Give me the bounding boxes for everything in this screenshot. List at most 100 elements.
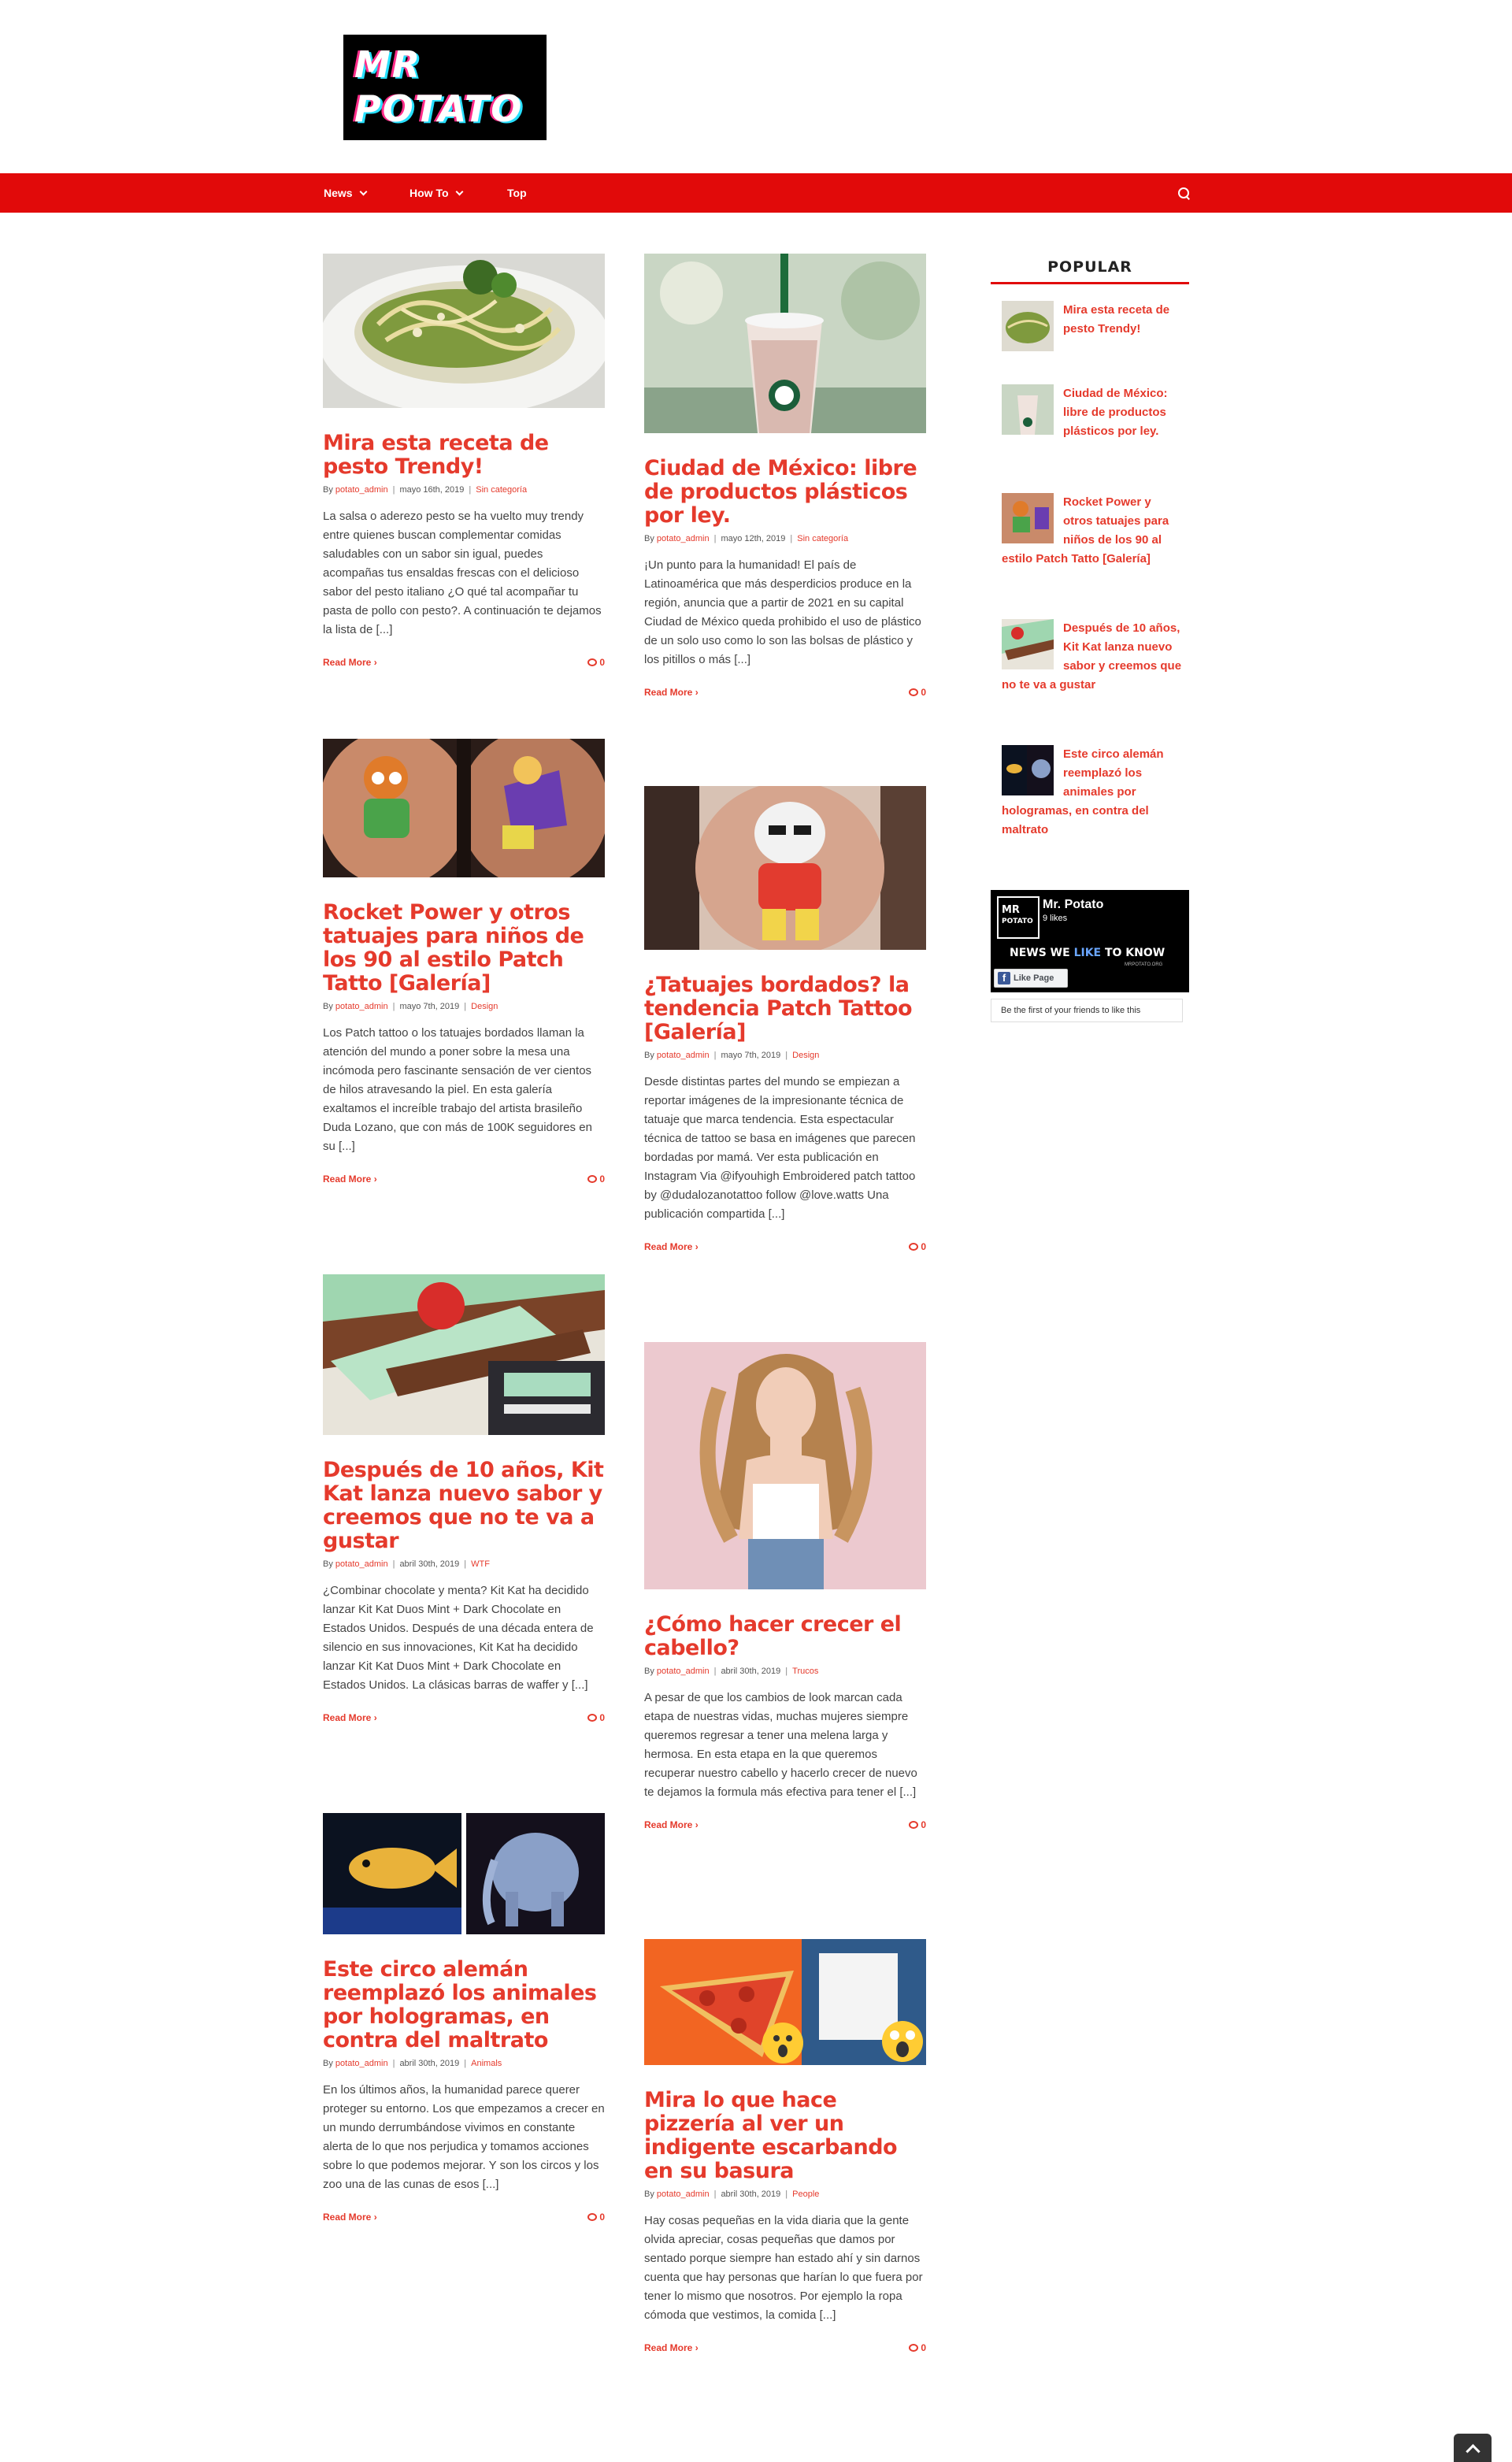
comments-link[interactable]: 0 (587, 1712, 605, 1723)
popular-thumb-cup (1002, 384, 1054, 435)
category-link[interactable]: Sin categoría (476, 485, 527, 495)
read-more-link[interactable]: Read More › (323, 1174, 377, 1185)
popular-item[interactable]: Rocket Power y otros tatuajes para niños… (1002, 493, 1183, 569)
post-card: Después de 10 años, Kit Kat lanza nuevo … (323, 1274, 605, 1726)
fb-logo-line-2: POTATO (1002, 918, 1033, 925)
post-image-rocket-power-tattoo[interactable] (323, 739, 605, 877)
author-prefix: By (644, 1667, 654, 1676)
popular-thumb-kit-kat (1002, 619, 1054, 669)
comments-link[interactable]: 0 (909, 2342, 926, 2353)
logo-line-1: MR (354, 43, 422, 86)
author-link[interactable]: potato_admin (335, 1002, 388, 1011)
post-title[interactable]: ¿Cómo hacer crecer el cabello? (644, 1613, 926, 1660)
nav-item-label: News (324, 187, 353, 199)
post-image-long-hair[interactable] (644, 1342, 926, 1589)
author-link[interactable]: potato_admin (335, 485, 388, 495)
category-link[interactable]: Design (471, 1002, 498, 1011)
post-image-pizzeria[interactable] (644, 1939, 926, 2065)
popular-item[interactable]: Después de 10 años, Kit Kat lanza nuevo … (1002, 619, 1183, 695)
category-link[interactable]: Sin categoría (797, 534, 848, 543)
post-meta: By potato_admin | mayo 12th, 2019 | Sin cate… (644, 534, 849, 543)
popular-item[interactable]: Mira esta receta de pesto Trendy! (1002, 301, 1183, 356)
facebook-cover-domain: MRPOTATO.ORG (1125, 962, 1163, 967)
read-more-label: Read More (644, 687, 693, 698)
slogan-part-2: LIKE (1073, 947, 1102, 959)
category-link[interactable]: Trucos (792, 1667, 818, 1676)
popular-item[interactable]: Este circo alemán reemplazó los animales… (1002, 745, 1183, 840)
post-card: Ciudad de México: libre de productos plá… (644, 254, 926, 701)
author-link[interactable]: potato_admin (657, 534, 710, 543)
post-title[interactable]: Rocket Power y otros tatuajes para niños… (323, 901, 605, 996)
read-more-label: Read More (323, 1174, 372, 1185)
read-more-label: Read More (323, 2212, 372, 2223)
popular-item-title: Mira esta receta de pesto Trendy! (1063, 303, 1170, 336)
comments-link[interactable]: 0 (909, 1241, 926, 1252)
nav-item-news[interactable]: News (324, 173, 368, 213)
chevron-down-icon (359, 187, 368, 196)
comment-icon (587, 2213, 598, 2221)
author-prefix: By (644, 534, 654, 543)
comments-link[interactable]: 0 (587, 1174, 605, 1185)
author-link[interactable]: potato_admin (657, 1051, 710, 1060)
read-more-link[interactable]: Read More › (644, 2342, 699, 2353)
read-more-link[interactable]: Read More › (644, 1241, 699, 1252)
post-date: mayo 12th, 2019 (721, 534, 786, 543)
post-title[interactable]: Después de 10 años, Kit Kat lanza nuevo … (323, 1459, 605, 1553)
nav-item-top[interactable]: Top (507, 173, 527, 213)
post-title[interactable]: Ciudad de México: libre de productos plá… (644, 457, 926, 528)
comments-link[interactable]: 0 (909, 687, 926, 698)
post-date: abril 30th, 2019 (721, 1667, 781, 1676)
comments-link[interactable]: 0 (909, 1819, 926, 1830)
post-card: ¿Tatuajes bordados? la tendencia Patch T… (644, 786, 926, 1255)
post-image-patch-tattoo[interactable] (644, 786, 926, 950)
category-link[interactable]: Animals (471, 2059, 502, 2068)
post-image-kit-kat[interactable] (323, 1274, 605, 1435)
comment-icon (909, 688, 919, 696)
popular-thumb-pesto (1002, 301, 1054, 351)
comments-link[interactable]: 0 (587, 2212, 605, 2223)
post-excerpt: Hay cosas pequeñas en la vida diaria que… (644, 2214, 923, 2322)
post-image-plastic-cup[interactable] (644, 254, 926, 433)
post-meta: By potato_admin | mayo 7th, 2019 | Design (323, 1002, 498, 1011)
site-logo[interactable]: MR POTATO (343, 35, 547, 140)
author-link[interactable]: potato_admin (657, 1667, 710, 1676)
author-link[interactable]: potato_admin (657, 2189, 710, 2199)
post-footer: Read More › 0 (644, 2342, 926, 2356)
author-link[interactable]: potato_admin (335, 2059, 388, 2068)
post-title[interactable]: Este circo alemán reemplazó los animales… (323, 1958, 605, 2052)
comment-icon (587, 1714, 598, 1722)
post-date: abril 30th, 2019 (399, 1559, 460, 1569)
facebook-like-page-button[interactable]: Like Page (994, 969, 1068, 988)
facebook-page-name[interactable]: Mr. Potato (1043, 898, 1103, 912)
category-link[interactable]: WTF (471, 1559, 490, 1569)
comment-count: 0 (921, 1241, 926, 1252)
author-prefix: By (644, 1051, 654, 1060)
post-image-circus-holograms[interactable] (323, 1813, 605, 1934)
read-more-link[interactable]: Read More › (644, 1819, 699, 1830)
search-icon[interactable] (1177, 186, 1191, 200)
category-link[interactable]: People (792, 2189, 819, 2199)
comment-count: 0 (599, 657, 605, 668)
read-more-link[interactable]: Read More › (323, 657, 377, 668)
post-image-pesto[interactable] (323, 254, 605, 408)
post-date: mayo 7th, 2019 (399, 1002, 460, 1011)
logo-line-2: POTATO (354, 87, 524, 130)
read-more-link[interactable]: Read More › (323, 1712, 377, 1723)
scroll-to-top-button[interactable] (1454, 2434, 1492, 2462)
chevron-down-icon (455, 187, 463, 196)
comments-link[interactable]: 0 (587, 657, 605, 668)
read-more-link[interactable]: Read More › (644, 687, 699, 698)
post-title[interactable]: Mira esta receta de pesto Trendy! (323, 432, 605, 479)
post-title[interactable]: ¿Tatuajes bordados? la tendencia Patch T… (644, 973, 926, 1044)
nav-item-label: How To (410, 187, 449, 199)
comment-count: 0 (921, 2342, 926, 2353)
popular-item[interactable]: Ciudad de México: libre de productos plá… (1002, 384, 1183, 441)
category-link[interactable]: Design (792, 1051, 819, 1060)
read-more-link[interactable]: Read More › (323, 2212, 377, 2223)
post-footer: Read More › 0 (644, 1819, 926, 1834)
nav-item-how-to[interactable]: How To (410, 173, 463, 213)
post-title[interactable]: Mira lo que hace pizzería al ver un indi… (644, 2089, 926, 2183)
facebook-page-widget[interactable]: MR POTATO Mr. Potato 9 likes NEWS WE LIK… (991, 890, 1189, 992)
author-link[interactable]: potato_admin (335, 1559, 388, 1569)
post-excerpt: ¡Un punto para la humanidad! El país de … (644, 558, 921, 666)
